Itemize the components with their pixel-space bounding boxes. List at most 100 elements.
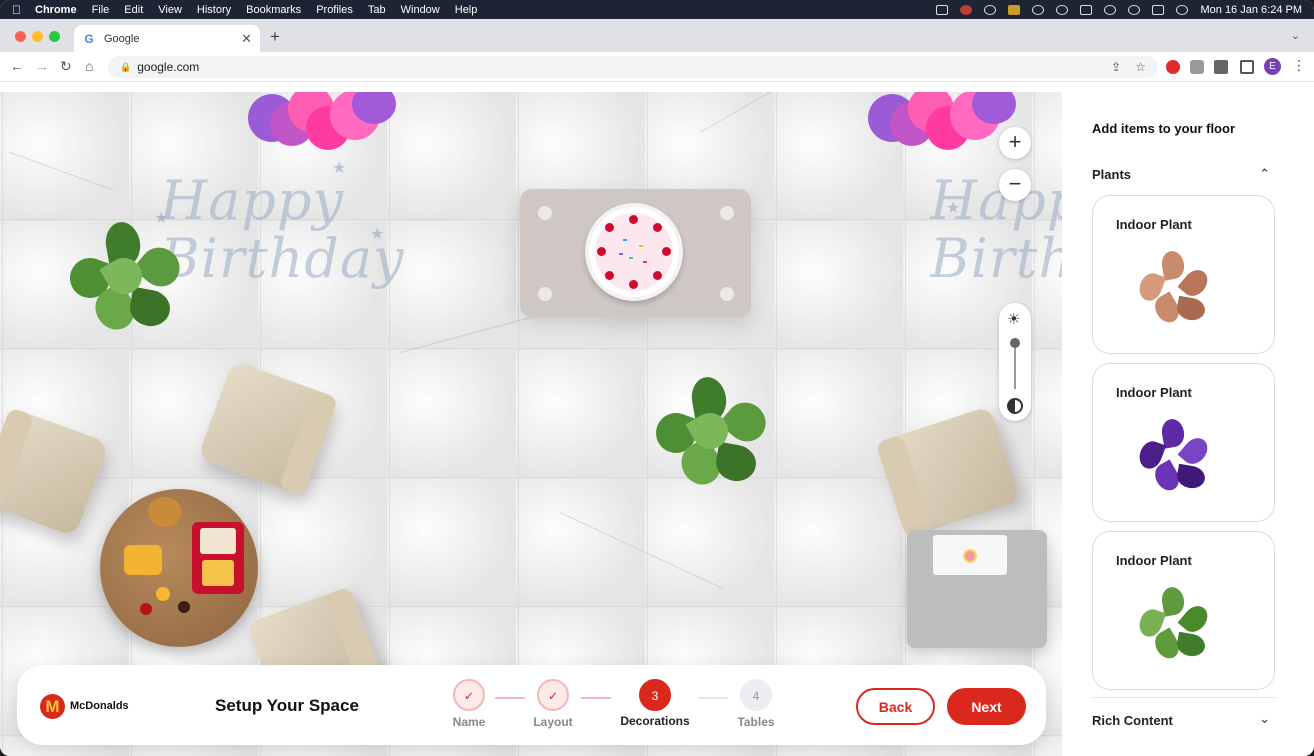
section-rich-content[interactable]: Rich Content — [1092, 713, 1173, 728]
marble-vein — [700, 92, 805, 133]
address-bar[interactable]: 🔒 google.com ⇪ ☆ — [108, 56, 1158, 78]
step-label-tables[interactable]: Tables — [711, 715, 801, 729]
armchair[interactable] — [197, 359, 339, 497]
menu-profiles[interactable]: Profiles — [316, 4, 353, 16]
step-connector — [698, 697, 728, 699]
lock-icon[interactable]: 🔒 — [120, 62, 131, 73]
menu-tab[interactable]: Tab — [368, 4, 386, 16]
menu-bookmarks[interactable]: Bookmarks — [246, 4, 301, 16]
balloon-cluster-right[interactable] — [868, 92, 1018, 162]
cherry — [662, 247, 671, 256]
round-table-with-food[interactable] — [100, 489, 258, 647]
tray-moon-icon[interactable] — [984, 4, 997, 15]
apple-icon[interactable]:  — [12, 3, 21, 17]
step-label-decorations[interactable]: Decorations — [610, 714, 700, 728]
sprinkle — [623, 239, 627, 241]
armchair[interactable] — [875, 405, 1021, 539]
happy-birthday-text-right: Happy Birthday — [930, 172, 1062, 290]
browser-toolbar: ← → ↻ ⌂ 🔒 google.com ⇪ ☆ ⋮ — [0, 52, 1314, 82]
step-label-layout[interactable]: Layout — [508, 715, 598, 729]
tab-google[interactable]: G Google ✕ — [74, 25, 260, 52]
zoom-in-button[interactable]: + — [999, 127, 1031, 159]
menu-view[interactable]: View — [158, 4, 182, 16]
step-name-check-icon[interactable]: ✓ — [453, 679, 485, 711]
floor-canvas[interactable]: Happy Birthday ★ ★ ★ Happy Birthday ★ — [0, 92, 1062, 756]
plant-thumbnail-icon — [1135, 585, 1213, 667]
birthday-cake[interactable] — [585, 203, 683, 301]
back-arrow-icon[interactable]: ← — [10, 58, 24, 74]
minimize-window-icon[interactable] — [32, 31, 43, 42]
happy-birthday-decoration[interactable]: Happy Birthday ★ ★ ★ — [154, 160, 404, 288]
side-panel-icon[interactable] — [1240, 60, 1254, 74]
indoor-plant-green[interactable] — [650, 374, 774, 497]
item-card-indoor-plant[interactable]: Indoor Plant — [1092, 531, 1275, 690]
extensions-puzzle-icon[interactable] — [1214, 60, 1228, 74]
more-menu-icon[interactable]: ⋮ — [1292, 57, 1306, 74]
indoor-plant-green[interactable] — [64, 219, 188, 342]
burger-box — [200, 528, 236, 554]
chevron-down-icon[interactable]: ⌄ — [1259, 711, 1270, 727]
step-layout-check-icon[interactable]: ✓ — [537, 679, 569, 711]
menu-window[interactable]: Window — [401, 4, 440, 16]
opera-extension-icon[interactable] — [1166, 60, 1180, 74]
wifi-icon[interactable] — [1104, 4, 1117, 15]
close-tab-icon[interactable]: ✕ — [241, 31, 252, 47]
control-center-icon[interactable] — [1152, 4, 1165, 15]
contrast-icon — [1007, 398, 1023, 414]
cherry — [629, 215, 638, 224]
bookmark-star-icon[interactable]: ☆ — [1135, 60, 1146, 74]
happy-birthday-decoration-right[interactable]: Happy Birthday ★ — [930, 172, 1062, 302]
step-tables[interactable]: 4 — [740, 679, 772, 711]
item-card-indoor-plant[interactable]: Indoor Plant — [1092, 195, 1275, 354]
tray-shield-icon[interactable] — [1008, 4, 1021, 15]
back-button[interactable]: Back — [856, 688, 935, 725]
reload-icon[interactable]: ↻ — [60, 58, 72, 75]
cake-table[interactable] — [520, 189, 751, 317]
home-icon[interactable]: ⌂ — [85, 58, 93, 74]
item-card-indoor-plant[interactable]: Indoor Plant — [1092, 363, 1275, 522]
share-icon[interactable]: ⇪ — [1111, 60, 1121, 74]
table-placemat — [933, 535, 1007, 575]
tray-record-icon[interactable] — [960, 4, 973, 15]
menu-app[interactable]: Chrome — [35, 4, 77, 16]
menu-history[interactable]: History — [197, 4, 231, 16]
mcdonalds-logo-icon: M — [40, 694, 65, 719]
bluetooth-icon[interactable] — [1056, 4, 1069, 15]
table-peg — [720, 206, 734, 220]
armchair[interactable] — [0, 407, 109, 537]
battery-icon[interactable] — [1080, 4, 1093, 15]
armchair-back — [875, 434, 934, 539]
tray-users-icon[interactable] — [1032, 4, 1045, 15]
forward-arrow-icon[interactable]: → — [35, 58, 49, 74]
leaf — [1175, 295, 1207, 323]
chevron-up-icon[interactable]: ⌃ — [1259, 166, 1270, 182]
next-button[interactable]: Next — [947, 688, 1026, 725]
menu-file[interactable]: File — [92, 4, 110, 16]
spotlight-search-icon[interactable] — [1128, 4, 1141, 15]
close-window-icon[interactable] — [15, 31, 26, 42]
step-label-name[interactable]: Name — [424, 715, 514, 729]
zoom-out-button[interactable]: − — [999, 169, 1031, 201]
tab-search-chevron-icon[interactable]: ⌄ — [1291, 29, 1300, 42]
siri-icon[interactable] — [1176, 4, 1189, 15]
brightness-slider[interactable]: ☀ — [999, 303, 1031, 421]
menu-help[interactable]: Help — [455, 4, 478, 16]
slider-handle[interactable] — [1010, 338, 1020, 348]
leaf — [1175, 463, 1207, 491]
armchair-back — [0, 407, 35, 510]
new-tab-icon[interactable]: + — [270, 27, 280, 47]
plant-thumbnail-icon — [1135, 249, 1213, 331]
card-title: Indoor Plant — [1116, 217, 1192, 232]
step-decorations[interactable]: 3 — [639, 679, 671, 711]
profile-avatar[interactable]: E — [1264, 58, 1281, 75]
balloon-cluster-left[interactable] — [248, 92, 398, 162]
square-table[interactable] — [907, 530, 1047, 648]
tray-app-icon[interactable] — [936, 4, 949, 15]
maximize-window-icon[interactable] — [49, 31, 60, 42]
step-connector — [495, 697, 525, 699]
section-plants[interactable]: Plants — [1092, 167, 1131, 182]
url-text[interactable]: google.com — [137, 60, 199, 74]
menu-edit[interactable]: Edit — [124, 4, 143, 16]
menubar-clock[interactable]: Mon 16 Jan 6:24 PM — [1200, 4, 1302, 16]
camera-extension-icon[interactable] — [1190, 60, 1204, 74]
